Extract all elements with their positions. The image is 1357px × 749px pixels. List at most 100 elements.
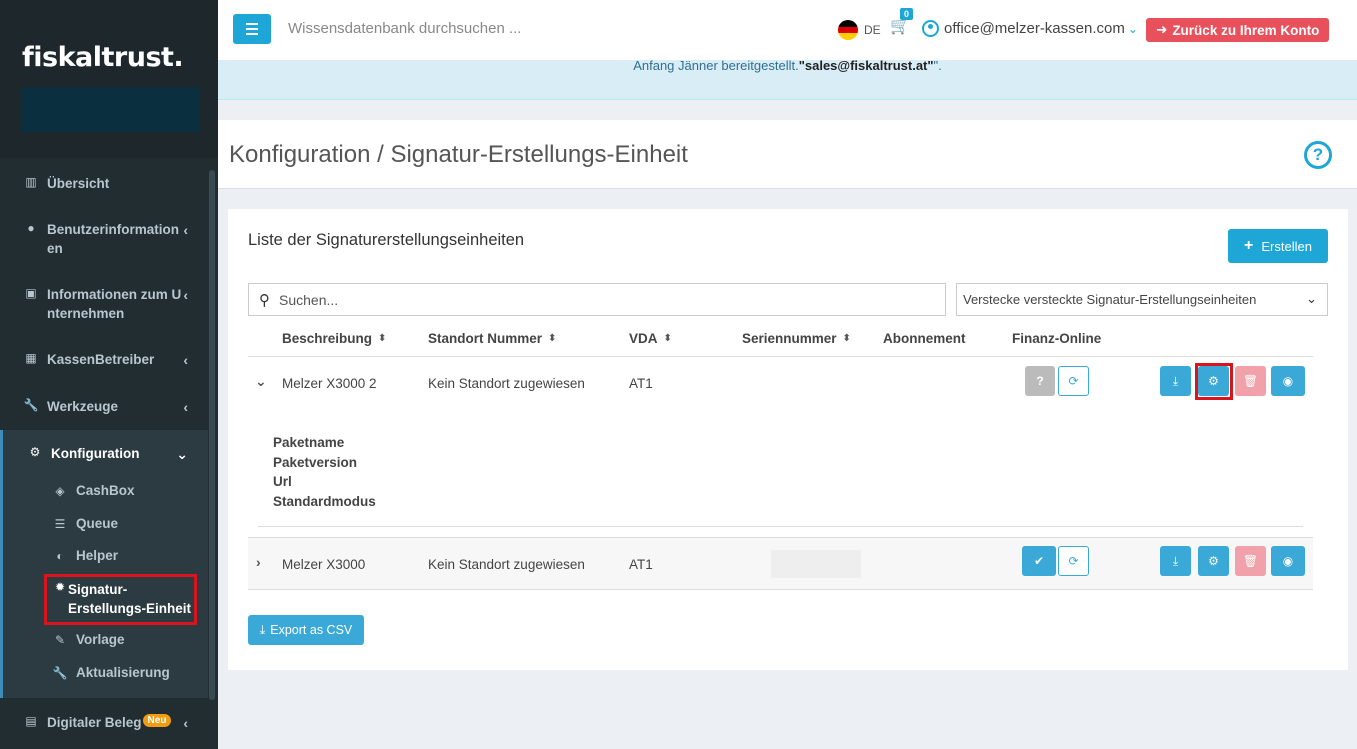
serial-number-redacted bbox=[771, 550, 861, 578]
plus-icon: + bbox=[1244, 237, 1254, 254]
delete-button[interactable]: 🗑 bbox=[1235, 366, 1266, 396]
create-button-label: Erstellen bbox=[1261, 238, 1312, 254]
detail-paketversion: Paketversion bbox=[273, 455, 358, 470]
sidebar-item-unternehmen[interactable]: ▣ Informationen zum Unternehmen ‹ bbox=[0, 285, 208, 323]
chevron-down-icon[interactable]: ⌄ bbox=[255, 373, 267, 390]
user-circle-icon: ● bbox=[27, 221, 35, 235]
column-header-beschreibung[interactable]: Beschreibung ⬍ bbox=[282, 331, 386, 346]
chevron-down-icon: ⌄ bbox=[1306, 291, 1317, 306]
settings-button[interactable]: ⚙ bbox=[1198, 546, 1229, 576]
visibility-button[interactable]: ◉ bbox=[1271, 366, 1305, 396]
download-icon: ⤓ bbox=[1172, 553, 1179, 568]
visibility-button[interactable]: ◉ bbox=[1271, 546, 1305, 576]
visibility-filter-select[interactable]: Verstecke versteckte Signatur-Erstellung… bbox=[956, 283, 1328, 316]
download-button[interactable]: ⤓ bbox=[1160, 366, 1191, 396]
brand-banner bbox=[22, 87, 200, 132]
row-beschreibung: Melzer X3000 2 bbox=[282, 376, 377, 391]
bar-chart-icon: ▥ bbox=[25, 175, 37, 189]
settings-highlight bbox=[1195, 363, 1233, 400]
back-button-label: Zurück zu Ihrem Konto bbox=[1172, 22, 1320, 38]
divider bbox=[248, 356, 1313, 357]
refresh-button[interactable]: ⟳ bbox=[1058, 366, 1089, 396]
menu-toggle-button[interactable] bbox=[233, 14, 271, 44]
chevron-down-icon: ⌄ bbox=[176, 446, 188, 462]
detail-standardmodus: Standardmodus bbox=[273, 494, 376, 509]
sidebar-subitem-vorlage[interactable]: ✎ Vorlage bbox=[52, 632, 125, 647]
detail-paketname: Paketname bbox=[273, 435, 345, 450]
page-title: Konfiguration / Signatur-Erstellungs-Ein… bbox=[229, 141, 688, 168]
chevron-left-icon: ‹ bbox=[183, 399, 188, 415]
delete-button[interactable]: 🗑 bbox=[1235, 546, 1266, 576]
chevron-left-icon: ‹ bbox=[183, 222, 188, 238]
export-csv-button[interactable]: ⤓ Export as CSV bbox=[248, 615, 364, 645]
briefcase-icon: ▣ bbox=[25, 286, 37, 300]
sidebar-subitem-aktualisierung[interactable]: 🔧 Aktualisierung bbox=[52, 665, 170, 680]
database-icon: ☰ bbox=[54, 516, 66, 531]
announcement-text-end: ". bbox=[933, 60, 942, 73]
sidebar-item-benutzerinformation[interactable]: ● Benutzerinformation en ‹ bbox=[0, 220, 208, 258]
create-button[interactable]: + Erstellen bbox=[1228, 229, 1328, 263]
sidebar-item-konfiguration[interactable]: ⚙ Konfiguration ⌄ bbox=[0, 444, 208, 463]
sidebar-item-label: Informationen zum Unternehmen bbox=[47, 287, 182, 321]
help-icon[interactable]: ? bbox=[1304, 141, 1332, 169]
sidebar-item-werkzeuge[interactable]: 🔧 Werkzeuge ‹ bbox=[0, 397, 208, 416]
sidebar-subitem-queue[interactable]: ☰ Queue bbox=[52, 516, 118, 531]
detail-url: Url bbox=[273, 474, 292, 489]
cogs-icon: ⚙ bbox=[29, 445, 41, 459]
search-input[interactable] bbox=[279, 291, 879, 308]
new-badge: Neu bbox=[142, 714, 172, 727]
half-circle-icon: ◐ bbox=[56, 548, 64, 563]
sidebar-item-digitaler-beleg[interactable]: ▤ Digitaler Beleg Neu ‹ bbox=[0, 713, 208, 732]
user-email: office@melzer-kassen.com bbox=[944, 20, 1125, 37]
column-header-seriennummer[interactable]: Seriennummer ⬍ bbox=[742, 331, 851, 346]
user-icon bbox=[922, 20, 939, 37]
language-selector[interactable]: DE bbox=[838, 20, 881, 40]
sidebar-subitem-label: Queue bbox=[76, 516, 119, 531]
divider bbox=[248, 537, 1313, 538]
sidebar-item-uebersicht[interactable]: ▥ Übersicht bbox=[0, 174, 208, 193]
column-header-standort[interactable]: Standort Nummer ⬍ bbox=[428, 331, 556, 346]
box-title: Liste der Signaturerstellungseinheiten bbox=[248, 231, 525, 249]
export-button-label: Export as CSV bbox=[270, 623, 353, 637]
search-field[interactable]: ⚲ bbox=[248, 283, 946, 316]
download-button[interactable]: ⤓ bbox=[1160, 546, 1191, 576]
sidebar-subitem-cashbox[interactable]: ◈ CashBox bbox=[52, 483, 134, 498]
sidebar-subitem-label: Helper bbox=[76, 548, 119, 563]
sidebar: fiskaltrust. ▥ Übersicht ● Benutzerinfor… bbox=[0, 0, 218, 749]
user-menu[interactable]: office@melzer-kassen.com ⌄ bbox=[922, 20, 1138, 37]
chevron-left-icon: ‹ bbox=[183, 352, 188, 368]
selection-highlight bbox=[44, 574, 197, 625]
sidebar-item-label: Werkzeuge bbox=[47, 399, 119, 414]
content-box: Liste der Signaturerstellungseinheiten +… bbox=[228, 209, 1348, 670]
announcement-text: Anfang Jänner bereitgestellt. bbox=[633, 60, 799, 73]
sidebar-scrollbar[interactable] bbox=[209, 170, 215, 700]
download-icon: ⤓ bbox=[259, 622, 266, 637]
chevron-right-icon[interactable]: › bbox=[256, 554, 261, 570]
finanz-online-status-unknown-button[interactable]: ? bbox=[1025, 366, 1055, 396]
sort-icon: ⬍ bbox=[842, 333, 851, 344]
chevron-left-icon: ‹ bbox=[183, 287, 188, 303]
row-standort: Kein Standort zugewiesen bbox=[428, 557, 585, 572]
arrow-left-icon: ➜ bbox=[1156, 22, 1168, 37]
hamburger-icon bbox=[246, 23, 258, 25]
sidebar-subitem-label: Vorlage bbox=[76, 632, 125, 647]
back-to-account-button[interactable]: ➜ Zurück zu Ihrem Konto bbox=[1146, 18, 1330, 42]
column-header-vda[interactable]: VDA ⬍ bbox=[629, 331, 672, 346]
divider bbox=[248, 589, 1313, 590]
logo[interactable]: fiskaltrust. bbox=[22, 42, 218, 73]
cart-count-badge: 0 bbox=[900, 8, 914, 20]
sidebar-item-kassenbetreiber[interactable]: ▦ KassenBetreiber ‹ bbox=[0, 350, 208, 369]
trash-icon: 🗑 bbox=[1242, 374, 1259, 388]
sort-icon: ⬍ bbox=[548, 333, 557, 344]
row-vda: AT1 bbox=[629, 376, 653, 391]
refresh-icon: ⟳ bbox=[1068, 554, 1079, 568]
finanz-online-status-ok-button[interactable]: ✔ bbox=[1022, 546, 1056, 576]
column-header-finanz-online: Finanz-Online bbox=[1012, 331, 1102, 346]
top-navbar: Wissensdatenbank durchsuchen ... DE 🛒 0 … bbox=[218, 0, 1357, 60]
language-label: DE bbox=[864, 23, 881, 37]
announcement-email[interactable]: "sales@fiskaltrust.at" bbox=[799, 60, 934, 73]
knowledge-search[interactable]: Wissensdatenbank durchsuchen ... bbox=[288, 20, 521, 37]
sidebar-subitem-helper[interactable]: ◐ Helper bbox=[52, 548, 118, 563]
refresh-button[interactable]: ⟳ bbox=[1058, 546, 1089, 576]
sidebar-subitem-label: Aktualisierung bbox=[76, 665, 170, 680]
